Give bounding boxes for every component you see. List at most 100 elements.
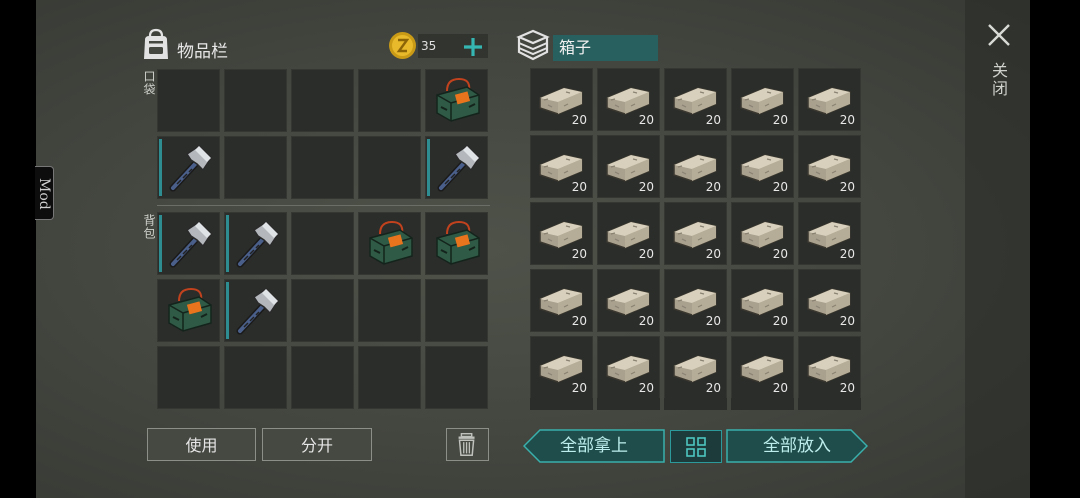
box-slot[interactable]: 20 [530, 135, 593, 198]
pocket-slot[interactable] [425, 69, 488, 132]
pocket-slot[interactable] [358, 69, 421, 132]
item-quantity: 20 [839, 113, 855, 127]
box-slot[interactable]: 20 [597, 135, 660, 198]
item-quantity: 20 [638, 381, 654, 395]
item-quantity: 20 [705, 113, 721, 127]
box-title-field[interactable]: 箱子 [553, 35, 658, 61]
backpack-slot[interactable] [358, 279, 421, 342]
pocket-slot[interactable] [157, 136, 220, 199]
box-slot[interactable]: 20 [664, 68, 727, 131]
item-quantity: 20 [571, 247, 587, 261]
box-slot[interactable]: 20 [597, 269, 660, 332]
box-slot[interactable]: 20 [731, 135, 794, 198]
pocket-label: 口袋 [142, 70, 156, 96]
pocket-slot[interactable] [157, 69, 220, 132]
box-slot[interactable]: 20 [731, 202, 794, 265]
box-slot[interactable]: 20 [798, 68, 861, 131]
box-slot[interactable]: 20 [798, 202, 861, 265]
add-coins-icon[interactable] [463, 37, 483, 57]
box-slot-partial [798, 398, 861, 410]
supply-bag-icon [369, 220, 413, 265]
box-slot[interactable]: 20 [664, 135, 727, 198]
box-slot[interactable]: 20 [731, 68, 794, 131]
box-slot[interactable]: 20 [664, 269, 727, 332]
box-slot[interactable]: 20 [798, 336, 861, 399]
backpack-slot[interactable] [358, 346, 421, 409]
durability-bar [159, 139, 162, 196]
backpack-slot[interactable] [224, 346, 287, 409]
box-slot[interactable]: 20 [597, 336, 660, 399]
close-icon[interactable] [987, 22, 1011, 48]
backpack-slot[interactable] [291, 212, 354, 275]
box-icon [516, 29, 550, 61]
pickaxe-icon [169, 145, 212, 192]
pocket-slot[interactable] [358, 136, 421, 199]
section-divider [157, 205, 490, 206]
durability-bar [226, 215, 229, 272]
mod-tab[interactable]: Mod [35, 166, 54, 220]
supply-bag-icon [436, 77, 480, 122]
box-slot[interactable]: 20 [530, 269, 593, 332]
discard-button[interactable] [446, 428, 489, 461]
inventory-title: 物品栏 [177, 42, 228, 62]
box-slot-partial [530, 398, 593, 410]
pocket-slot[interactable] [425, 136, 488, 199]
backpack-slot[interactable] [291, 346, 354, 409]
pocket-slot[interactable] [224, 136, 287, 199]
backpack-slot[interactable] [425, 212, 488, 275]
coin-count: 35 [421, 39, 437, 53]
item-quantity: 20 [705, 247, 721, 261]
sort-button[interactable] [670, 430, 722, 463]
box-slot[interactable]: 20 [597, 68, 660, 131]
durability-bar [427, 139, 430, 196]
backpack-label: 背包 [142, 214, 156, 240]
item-quantity: 20 [705, 314, 721, 328]
backpack-slot[interactable] [157, 279, 220, 342]
backpack-slot[interactable] [157, 346, 220, 409]
box-slot[interactable]: 20 [530, 336, 593, 399]
item-quantity: 20 [839, 180, 855, 194]
item-quantity: 20 [638, 180, 654, 194]
pocket-slot[interactable] [224, 69, 287, 132]
pickaxe-icon [236, 221, 279, 268]
backpack-slot[interactable] [425, 279, 488, 342]
item-quantity: 20 [839, 381, 855, 395]
box-slot[interactable]: 20 [530, 202, 593, 265]
take-all-button[interactable]: 全部拿上 [523, 429, 665, 463]
item-quantity: 20 [839, 314, 855, 328]
box-slot[interactable]: 20 [597, 202, 660, 265]
pocket-slot[interactable] [291, 136, 354, 199]
supply-bag-icon [436, 220, 480, 265]
split-button[interactable]: 分开 [262, 428, 372, 461]
backpack-slot[interactable] [358, 212, 421, 275]
item-quantity: 20 [772, 247, 788, 261]
box-slot[interactable]: 20 [664, 336, 727, 399]
item-quantity: 20 [571, 381, 587, 395]
item-quantity: 20 [839, 247, 855, 261]
pocket-slot[interactable] [291, 69, 354, 132]
box-slot[interactable]: 20 [798, 135, 861, 198]
box-slot[interactable]: 20 [731, 336, 794, 399]
close-label[interactable]: 关闭 [988, 62, 1010, 98]
backpack-slot[interactable] [291, 279, 354, 342]
put-all-label: 全部放入 [763, 436, 831, 456]
pickaxe-icon [236, 288, 279, 335]
item-quantity: 20 [638, 314, 654, 328]
box-slot[interactable]: 20 [798, 269, 861, 332]
take-all-label: 全部拿上 [560, 436, 628, 456]
item-quantity: 20 [772, 113, 788, 127]
backpack-slot[interactable] [425, 346, 488, 409]
put-all-button[interactable]: 全部放入 [726, 429, 868, 463]
backpack-slot[interactable] [224, 212, 287, 275]
pickaxe-icon [437, 145, 480, 192]
item-quantity: 20 [571, 180, 587, 194]
backpack-slot[interactable] [157, 212, 220, 275]
item-quantity: 20 [772, 314, 788, 328]
box-slot[interactable]: 20 [731, 269, 794, 332]
item-quantity: 20 [571, 314, 587, 328]
use-button[interactable]: 使用 [147, 428, 256, 461]
box-slot[interactable]: 20 [664, 202, 727, 265]
coin-icon [389, 32, 416, 59]
backpack-slot[interactable] [224, 279, 287, 342]
box-slot[interactable]: 20 [530, 68, 593, 131]
